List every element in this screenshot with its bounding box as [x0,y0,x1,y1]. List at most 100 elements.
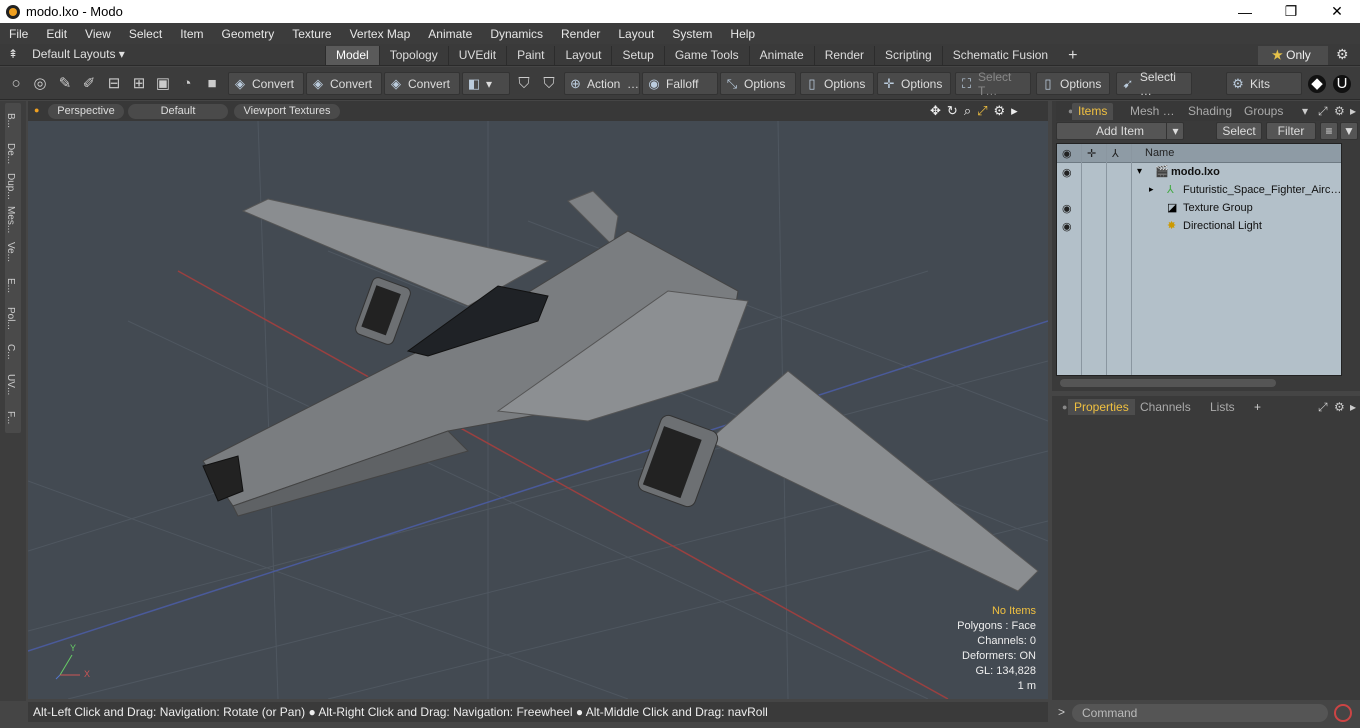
globe-icon[interactable]: ◎ [31,75,49,93]
options-button-3[interactable]: ✛ Options [877,72,951,95]
add-item-button[interactable]: Add Item ▾ [1056,122,1184,140]
lock-column-icon[interactable]: ✛ [1087,147,1096,160]
tab-render[interactable]: Render [813,46,874,65]
tab-properties[interactable]: Properties [1068,399,1135,415]
gear-icon[interactable]: ⚙ [1336,46,1354,64]
falloff-button[interactable]: ◉ Falloff [642,72,718,95]
toolbox-tab[interactable]: Pol... [5,301,16,334]
name-column-header[interactable]: Name [1145,147,1174,159]
viewport-textures-selector[interactable]: Viewport Textures [234,104,340,119]
options-button-1[interactable]: ⤡ Options [720,72,796,95]
item-list[interactable]: ◉ ✛ ⅄ Name ◉ ▾ 🎬 modo.lxo ▸ ⅄ Futuristic… [1056,143,1342,376]
collapse-arrow-icon[interactable]: ⇞ [8,47,18,61]
toolbox-tab[interactable]: UV... [5,367,16,400]
material-icon[interactable]: ◔ [178,75,196,93]
unreal-icon[interactable]: U [1333,75,1351,93]
tab-shading[interactable]: Shading [1182,103,1238,120]
tab-schematic-fusion[interactable]: Schematic Fusion [941,46,1058,65]
menu-help[interactable]: Help [721,27,764,41]
eye-icon[interactable]: ◉ [1062,202,1076,215]
minimize-button[interactable]: — [1222,0,1268,23]
menu-dynamics[interactable]: Dynamics [481,27,552,41]
tab-paint[interactable]: Paint [506,46,554,65]
viewport-gear-icon[interactable]: ⚙ [994,103,1006,119]
toolbox-tab[interactable]: C... [5,334,16,367]
convert-button-1[interactable]: ◈ Convert [228,72,304,95]
list-vertical-scrollbar[interactable] [1342,143,1356,376]
layout-selector[interactable]: Default Layouts ▾ [32,47,125,61]
funnel-icon[interactable]: ▼ [1340,122,1358,140]
tab-mesh[interactable]: Mesh … [1124,103,1181,120]
shield-snap-icon[interactable]: ⛉ [540,75,558,93]
toolbox-tab[interactable]: Ve... [5,235,16,268]
options-button-4[interactable]: ▯ Options [1036,72,1110,95]
list-horizontal-scrollbar[interactable] [1056,377,1342,389]
menu-system[interactable]: System [663,27,721,41]
list-item[interactable]: ◉ ▾ 🎬 modo.lxo [1057,163,1341,181]
tab-model[interactable]: Model [325,46,379,65]
toolbox-tab[interactable]: B... [5,103,16,136]
eye-icon[interactable]: ◉ [1062,220,1076,233]
action-center-button[interactable]: ⊕ Action … [564,72,640,95]
3d-viewport[interactable]: No Items Polygons : Face Channels: 0 Def… [28,121,1048,699]
toolbox-tab[interactable]: E... [5,268,16,301]
move-view-icon[interactable]: ✥ [930,103,941,119]
record-macro-icon[interactable] [1334,704,1352,722]
select-through-button[interactable]: ⛶ Select T… [955,70,1031,98]
close-button[interactable]: ✕ [1314,0,1360,23]
only-toggle[interactable]: ★ Only [1258,46,1328,65]
menu-layout[interactable]: Layout [609,27,663,41]
tab-groups[interactable]: Groups [1238,103,1289,120]
menu-render[interactable]: Render [552,27,609,41]
unity-icon[interactable]: ◆ [1308,75,1326,93]
convert-button-3[interactable]: ◈ Convert [384,72,460,95]
vertex-mode-icon[interactable]: ○ [7,75,25,93]
menu-geometry[interactable]: Geometry [213,27,284,41]
toolbox-tab[interactable]: Mes... [5,202,16,235]
list-options-icon[interactable]: ≡ [1320,122,1338,140]
tab-animate[interactable]: Animate [748,46,814,65]
menu-item[interactable]: Item [171,27,212,41]
chevron-right-icon[interactable]: ▸ [1344,399,1360,415]
expand-arrow-icon[interactable]: ▸ [1149,184,1154,195]
maximize-button[interactable]: ❐ [1268,0,1314,23]
tab-setup[interactable]: Setup [611,46,663,65]
tab-game-tools[interactable]: Game Tools [663,46,749,65]
edges-icon[interactable]: ⊟ [105,75,123,93]
tab-layout[interactable]: Layout [554,46,611,65]
tab-items[interactable]: Items [1072,103,1114,120]
visibility-column-icon[interactable]: ◉ [1062,147,1072,160]
viewport-dot-icon[interactable]: ● [34,105,39,115]
tab-uvedit[interactable]: UVEdit [447,46,506,65]
list-item[interactable]: ◉ ◪ Texture Group [1057,199,1341,217]
polygon-icon[interactable]: ⊞ [130,75,148,93]
shading-style-selector[interactable]: Default [128,104,228,119]
tab-lists[interactable]: Lists [1204,399,1241,415]
scrollbar-thumb[interactable] [1060,379,1276,387]
convert-button-2[interactable]: ◈ Convert [306,72,382,95]
menu-edit[interactable]: Edit [37,27,76,41]
maximize-view-icon[interactable]: ⤢ [977,103,987,119]
menu-animate[interactable]: Animate [419,27,481,41]
toolbox-tab[interactable]: F... [5,400,16,433]
filter-button[interactable]: Filter [1266,122,1316,140]
brush-icon[interactable]: ✐ [80,75,98,93]
add-tab-button[interactable]: + [1248,399,1267,415]
options-button-2[interactable]: ▯ Options [800,72,874,95]
rotate-view-icon[interactable]: ↻ [947,103,958,119]
zoom-icon[interactable]: ⌕ [964,103,971,119]
menu-vertex-map[interactable]: Vertex Map [341,27,420,41]
chevron-right-icon[interactable]: ▸ [1344,103,1360,120]
pen-icon[interactable]: ✎ [56,75,74,93]
menu-texture[interactable]: Texture [283,27,340,41]
symmetry-dropdown[interactable]: ◧ ▾ [462,72,510,95]
chevron-right-icon[interactable]: ▸ [1011,103,1018,119]
shield-icon[interactable]: ⛉ [515,75,533,93]
expand-arrow-icon[interactable]: ▾ [1137,166,1142,177]
toolbox-tab[interactable]: Dup... [5,169,16,202]
menu-file[interactable]: File [0,27,37,41]
add-tab-button[interactable]: + [1058,46,1087,65]
select-button[interactable]: Select [1216,122,1262,140]
command-input[interactable]: Command [1072,704,1328,722]
list-item[interactable]: ▸ ⅄ Futuristic_Space_Fighter_Airc… [1057,181,1341,199]
